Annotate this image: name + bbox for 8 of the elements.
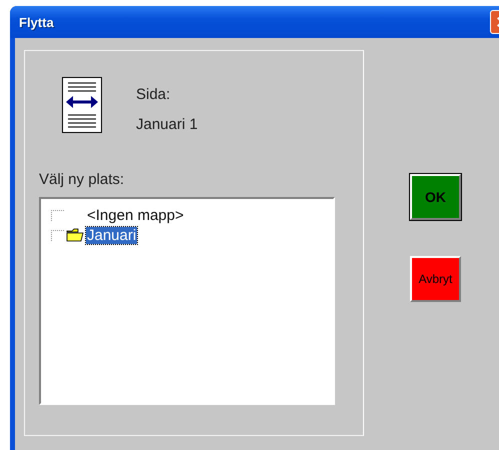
ok-button[interactable]: OK (410, 174, 461, 220)
cancel-button[interactable]: Avbryt (410, 256, 461, 302)
page-label: Sida: (136, 86, 172, 103)
location-label: Välj ny plats: (39, 171, 126, 188)
window-title: Flytta (19, 14, 54, 30)
tree-item[interactable]: <Ingen mapp> (86, 206, 185, 224)
page-name: Januari 1 (136, 116, 198, 133)
tree-item[interactable]: Januari (86, 226, 138, 244)
